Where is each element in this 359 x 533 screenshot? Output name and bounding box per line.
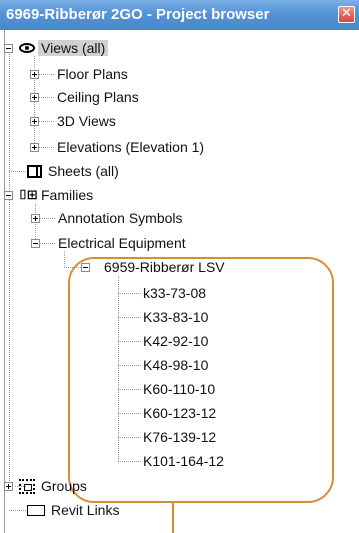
- tree-item-label: Annotation Symbols: [58, 210, 183, 226]
- tree-item-type[interactable]: K101-164-12: [143, 451, 224, 471]
- expand-toggle-icon[interactable]: [30, 142, 39, 152]
- tree-item-families[interactable]: ⌷⊞ Families: [4, 185, 93, 205]
- tree-item-label: Views (all): [38, 40, 109, 56]
- tree-item-label: 6959-Ribberør LSV: [104, 259, 225, 275]
- collapse-toggle-icon[interactable]: [31, 238, 40, 248]
- project-browser-tree[interactable]: Views (all) Floor Plans Ceiling Plans 3D…: [4, 30, 356, 533]
- tree-item-label: K60-110-10: [143, 381, 216, 397]
- tree-item-label: K101-164-12: [143, 453, 224, 469]
- groups-icon: [19, 478, 35, 494]
- tree-item-label: Elevations (Elevation 1): [57, 139, 205, 155]
- tree-item-views[interactable]: Views (all): [4, 38, 109, 58]
- collapse-toggle-icon[interactable]: [4, 190, 13, 200]
- eye-icon: [19, 43, 35, 53]
- collapse-toggle-icon[interactable]: [81, 262, 90, 272]
- family-icon: ⌷⊞: [19, 187, 38, 202]
- tree-item-label: K33-83-10: [143, 309, 209, 325]
- expand-toggle-icon[interactable]: [4, 481, 13, 491]
- tree-item-label: Ceiling Plans: [57, 89, 139, 105]
- tree-item-type[interactable]: K42-92-10: [143, 331, 208, 351]
- tree-item-type[interactable]: K48-98-10: [143, 355, 208, 375]
- tree-item-groups[interactable]: Groups: [4, 476, 87, 496]
- collapse-toggle-icon[interactable]: [4, 43, 13, 53]
- close-button[interactable]: ✕: [338, 6, 355, 23]
- tree-item-label: 3D Views: [57, 113, 116, 129]
- window-title-bar[interactable]: 6969-Ribberør 2GO - Project browser ✕: [0, 0, 359, 30]
- tree-item-label: k33-73-08: [143, 285, 207, 301]
- tree-item-family-ribberor[interactable]: 6959-Ribberør LSV: [81, 257, 225, 277]
- expand-toggle-icon[interactable]: [31, 213, 40, 223]
- close-icon: ✕: [341, 6, 352, 21]
- expand-toggle-icon[interactable]: [30, 116, 39, 126]
- expand-toggle-icon[interactable]: [30, 92, 39, 102]
- tree-item-floor-plans[interactable]: Floor Plans: [30, 64, 128, 84]
- tree-item-label: Revit Links: [51, 502, 120, 518]
- tree-item-label: Sheets (all): [48, 163, 119, 179]
- tree-item-label: K42-92-10: [143, 333, 209, 349]
- window-title: 6969-Ribberør 2GO - Project browser: [6, 6, 270, 23]
- tree-item-annotation-symbols[interactable]: Annotation Symbols: [31, 208, 183, 228]
- tree-item-electrical-equipment[interactable]: Electrical Equipment: [31, 233, 186, 253]
- tree-item-type[interactable]: K60-110-10: [143, 379, 215, 399]
- tree-item-type[interactable]: K76-139-12: [143, 427, 216, 447]
- sheet-icon: [27, 164, 42, 178]
- tree-item-label: K60-123-12: [143, 405, 217, 421]
- tree-item-3d-views[interactable]: 3D Views: [30, 111, 116, 131]
- tree-item-sheets[interactable]: Sheets (all): [27, 161, 119, 181]
- tree-item-ceiling-plans[interactable]: Ceiling Plans: [30, 87, 139, 107]
- tree-item-type[interactable]: k33-73-08: [143, 283, 206, 303]
- tree-item-type[interactable]: K60-123-12: [143, 403, 216, 423]
- tree-item-label: Electrical Equipment: [58, 235, 186, 251]
- tree-item-type[interactable]: K33-83-10: [143, 307, 208, 327]
- tree-item-revit-links[interactable]: Revit Links: [27, 500, 119, 520]
- tree-item-label: Families: [41, 187, 94, 203]
- tree-item-label: Groups: [41, 478, 87, 494]
- expand-toggle-icon[interactable]: [30, 69, 39, 79]
- link-icon: [27, 504, 45, 516]
- tree-item-label: K76-139-12: [143, 429, 217, 445]
- tree-item-elevations[interactable]: Elevations (Elevation 1): [30, 137, 204, 157]
- tree-item-label: K48-98-10: [143, 357, 209, 373]
- tree-item-label: Floor Plans: [57, 66, 128, 82]
